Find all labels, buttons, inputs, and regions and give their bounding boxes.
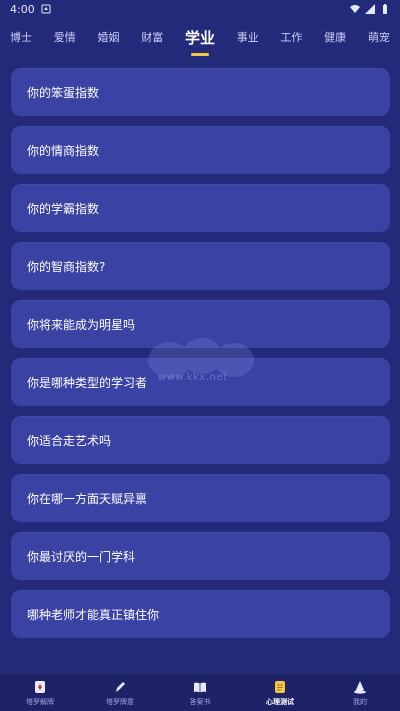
notepad-icon: [275, 680, 285, 693]
wifi-icon: [350, 5, 360, 13]
tab-pets[interactable]: 萌宠: [366, 23, 392, 51]
quiz-item[interactable]: 哪种老师才能真正镇住你: [11, 590, 390, 638]
quiz-item[interactable]: 你将来能成为明星吗: [11, 300, 390, 348]
book-icon: [194, 682, 206, 692]
signal-icon: [365, 4, 375, 14]
tab-wealth[interactable]: 财富: [139, 23, 165, 51]
nav-tarot-reading[interactable]: 塔罗解牌: [0, 679, 80, 707]
nav-label: 心理测试: [266, 697, 294, 706]
tab-work[interactable]: 工作: [278, 23, 304, 51]
wizard-hat-icon: [354, 680, 366, 694]
notification-icon: [41, 4, 51, 14]
status-left: 4:00: [10, 3, 51, 16]
battery-icon: [383, 4, 387, 14]
nav-label: 答案书: [189, 697, 211, 706]
pen-icon: [116, 681, 125, 692]
tarot-card-icon: [35, 680, 45, 693]
tab-health[interactable]: 健康: [322, 23, 348, 51]
watermark-text: www.kkx.net: [158, 372, 228, 383]
quiz-item[interactable]: 你的笨蛋指数: [11, 68, 390, 116]
nav-label: 我的: [353, 697, 367, 706]
quiz-item[interactable]: 你的智商指数?: [11, 242, 390, 290]
bottom-nav: 塔罗解牌 塔罗牌意 答案书 心理测试 我的: [0, 673, 400, 711]
tab-marriage[interactable]: 婚姻: [95, 23, 121, 51]
quiz-item[interactable]: 你适合走艺术吗: [11, 416, 390, 464]
nav-profile[interactable]: 我的: [320, 679, 400, 707]
quiz-list: 你的笨蛋指数 你的情商指数 你的学霸指数 你的智商指数? 你将来能成为明星吗 你…: [11, 68, 390, 638]
nav-psych-test[interactable]: 心理测试: [240, 679, 320, 707]
nav-answer-book[interactable]: 答案书: [160, 679, 240, 707]
tab-love[interactable]: 爱情: [52, 23, 78, 51]
status-time: 4:00: [10, 2, 35, 16]
quiz-item[interactable]: 你的学霸指数: [11, 184, 390, 232]
tab-boshi[interactable]: 博士: [8, 23, 34, 51]
status-right: [350, 4, 390, 14]
quiz-item[interactable]: 你的情商指数: [11, 126, 390, 174]
nav-label: 塔罗解牌: [26, 697, 54, 706]
nav-tarot-meaning[interactable]: 塔罗牌意: [80, 679, 160, 707]
quiz-item[interactable]: 你在哪一方面天赋异禀: [11, 474, 390, 522]
tab-study[interactable]: 学业: [183, 21, 217, 56]
quiz-item[interactable]: 你最讨厌的一门学科: [11, 532, 390, 580]
status-bar: 4:00: [0, 0, 400, 18]
nav-label: 塔罗牌意: [106, 697, 134, 706]
category-tabs: 博士 爱情 婚姻 财富 学业 事业 工作 健康 萌宠: [0, 20, 400, 56]
tab-career[interactable]: 事业: [235, 23, 261, 51]
